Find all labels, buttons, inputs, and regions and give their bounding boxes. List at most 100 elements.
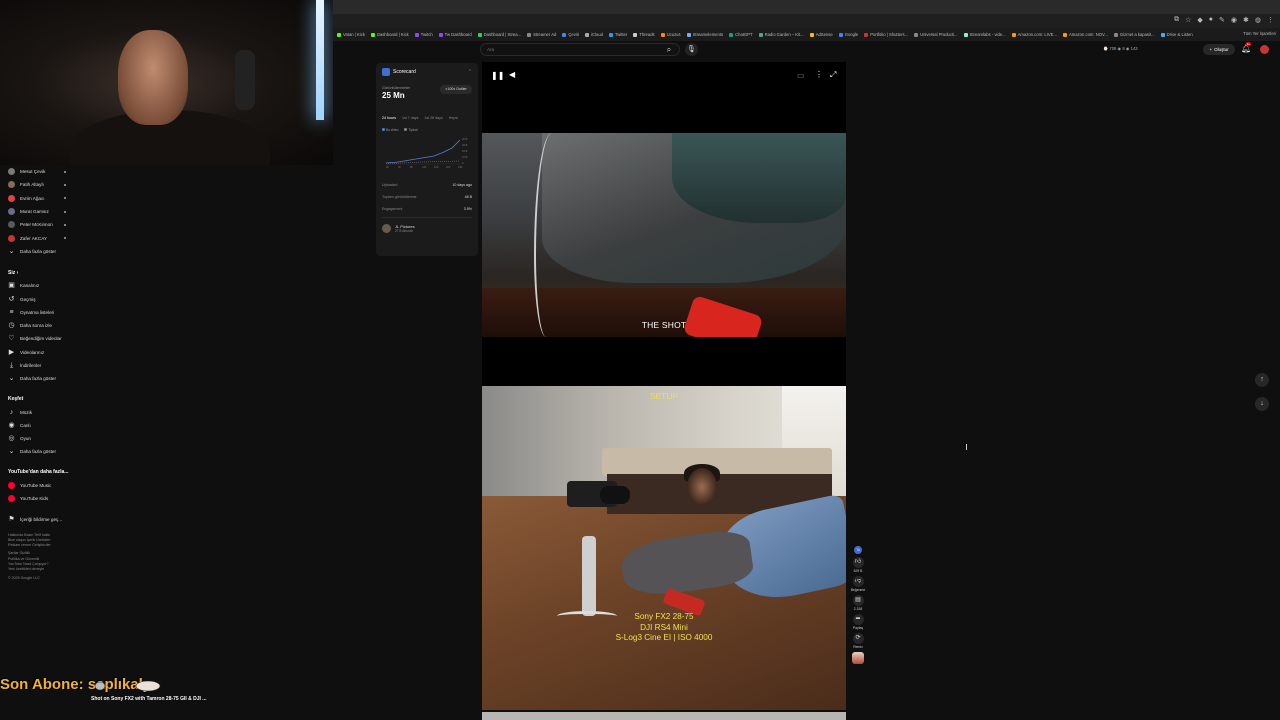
sidebar-item-label: Beğendiğim videolar (20, 336, 62, 342)
bookmark-favicon-icon (864, 32, 869, 37)
scorecard-tab[interactable]: 1st 7 days (402, 116, 418, 120)
bookmark-item[interactable]: Google (838, 32, 858, 37)
bookmark-item[interactable]: iCloud (585, 32, 603, 37)
channel-row[interactable]: JL Pictures 27 B Abonelı (382, 224, 472, 233)
menu-dots-icon[interactable]: ⋮ (1267, 16, 1274, 24)
x-tick-label: 16h (434, 165, 439, 169)
scorecard-tab[interactable]: 1st 28 days (424, 116, 442, 120)
sidebar-item[interactable]: ⤓ İndirilenler (0, 359, 80, 372)
sidebar-item-youtube-app[interactable]: YouTube Music (0, 479, 80, 492)
comments-button[interactable]: ▤ 2.318 (846, 595, 870, 611)
bookmark-item[interactable]: Twitch (414, 32, 433, 37)
captions-icon[interactable]: ▭ (797, 71, 805, 80)
like-button[interactable]: 👍︎ 629 B (846, 557, 870, 573)
bookmark-item[interactable]: Universal Producti... (914, 32, 958, 37)
share-button[interactable]: ➦ Paylaş (846, 614, 870, 630)
bookmark-item[interactable]: Gizmet a kapasit... (1113, 32, 1155, 37)
sidebar-item-icon: ◎ (8, 435, 15, 443)
mic-icon[interactable]: 🎙 (685, 43, 698, 56)
shorts-player[interactable]: ❚❚ ◀︎ ▭ ⋮ ⤢ THE SHOT SETUP Sony FX2 28-7… (482, 62, 846, 710)
row-value: 48 B (464, 195, 472, 199)
sidebar-item[interactable]: ⌄ Daha fazla göster (0, 445, 80, 458)
sidebar-you-heading[interactable]: Siz › (0, 266, 80, 279)
browser-address-bar[interactable]: ⧉ ☆ ◆ ● ✎ ◉ ✱ ◍ ⋮ (333, 14, 1280, 28)
bookmark-item[interactable]: Threads (633, 32, 655, 37)
channel-pill[interactable]: Ta (846, 546, 870, 554)
volume-icon[interactable]: ◀︎ (509, 70, 515, 79)
sidebar-item[interactable]: ⌄ Daha fazla göster (0, 372, 80, 385)
bookmark-item[interactable]: Streamlabs - vide... (963, 32, 1006, 37)
extensions-puzzle-icon[interactable]: ✱ (1243, 16, 1249, 24)
extension-icon[interactable]: ● (1209, 16, 1213, 24)
next-short-preview[interactable] (482, 712, 846, 720)
sidebar-item[interactable]: ◉ Canlı (0, 419, 80, 432)
bookmark-item[interactable]: Streamer Ad (527, 32, 556, 37)
bookmark-item[interactable]: Ucuzus (660, 32, 681, 37)
remix-button[interactable]: ⟳ Remix (846, 633, 870, 649)
previous-short-button[interactable]: ↑ (1255, 373, 1269, 387)
create-button[interactable]: + Oluştur (1203, 44, 1235, 55)
bookmark-item[interactable]: Portfolio | Shutters... (864, 32, 908, 37)
extension-icon[interactable]: ◉ (1231, 16, 1237, 24)
subscription-name: Evrim Ağacı (20, 195, 45, 201)
bookmark-item[interactable]: Tw Dashboard (438, 32, 472, 37)
bookmark-label: Gizmet a kapasit... (1119, 32, 1155, 37)
sidebar-item-youtube-app[interactable]: YouTube Kids (0, 492, 80, 505)
bookmark-item[interactable]: AdSense (809, 32, 833, 37)
sidebar-item[interactable]: ♪ Müzik (0, 405, 80, 418)
search-input[interactable]: Ara (480, 43, 680, 56)
bookmark-item[interactable]: Twitter (608, 32, 627, 37)
sound-avatar[interactable] (852, 652, 864, 664)
sidebar-item[interactable]: ◎ Oyun (0, 432, 80, 445)
bookmark-item[interactable]: Dashboard | Kick (370, 32, 409, 37)
scorecard-tab[interactable]: Hepsi (449, 116, 458, 120)
sidebar-item-subscription[interactable]: Evrim Ağacı (0, 192, 80, 205)
bookmark-favicon-icon (438, 32, 443, 37)
bookmark-item[interactable]: Drive & Listen (1160, 32, 1193, 37)
dislike-button[interactable]: 👎︎ Beğenme (846, 576, 870, 592)
all-bookmarks[interactable]: Tüm Yer İşaretleri (1243, 31, 1276, 36)
scorecard-tab[interactable]: 24 hours (382, 116, 396, 120)
next-short-button[interactable]: ↓ (1255, 397, 1269, 411)
sidebar-item[interactable]: ◷ Daha sonra izle (0, 319, 80, 332)
bookmark-item[interactable]: ChatGPT (729, 32, 753, 37)
sidebar-item-icon: ≡ (9, 308, 14, 316)
bookmark-item[interactable]: Amazon.com: NOV... (1062, 32, 1108, 37)
sidebar-show-more[interactable]: ⌄ Daha fazla göster (0, 245, 80, 258)
sidebar-item[interactable]: ♡ Beğendiğim videolar (0, 332, 80, 345)
sidebar-item-subscription[interactable]: Fatih Altaylı (0, 178, 80, 191)
avatar[interactable] (1260, 45, 1269, 54)
sidebar-item-subscription[interactable]: Peter McKinnon (0, 218, 80, 231)
bookmark-item[interactable]: Streamelements (686, 32, 723, 37)
explore-list: ♪ Müzik ◉ Canlı ◎ Oyun ⌄ Daha fazla göster (0, 405, 80, 458)
search-icon[interactable]: ⌕ (662, 44, 676, 55)
star-icon[interactable]: ☆ (1185, 16, 1191, 24)
bookmark-item[interactable]: Vatan | Kick (337, 32, 365, 37)
gimbal (582, 536, 596, 616)
bookmark-item[interactable]: Amazon.com: LIVE... (1011, 32, 1057, 37)
sidebar-item[interactable]: ≡ Oynatma listeleri (0, 306, 80, 319)
sidebar-item-subscription[interactable]: Murat Gamsız (0, 205, 80, 218)
sidebar-item[interactable]: ↺ Geçmiş (0, 292, 80, 305)
pause-icon[interactable]: ❚❚ (491, 71, 504, 80)
bookmark-item[interactable]: Dashboard | Strea... (477, 32, 521, 37)
sidebar-item[interactable]: ▣ Kanalınız (0, 279, 80, 292)
sidebar-item-subscription[interactable]: Mesut Çevik (0, 165, 80, 178)
sidebar-item-subscription[interactable]: Zafer AKCAY (0, 231, 80, 244)
fullscreen-icon[interactable]: ⤢ (830, 70, 836, 80)
extension-icon[interactable]: ✎ (1219, 16, 1225, 24)
sidebar-item-label: Daha sonra izle (20, 323, 52, 329)
live-dot-icon (64, 223, 66, 226)
chevron-up-icon[interactable]: ⌃ (468, 69, 472, 75)
extension-icon[interactable]: ◆ (1197, 16, 1202, 24)
sidebar-item[interactable]: ▶ Videolarınız (0, 346, 80, 359)
extension-icon[interactable]: ⧉ (1174, 16, 1179, 24)
more-options-icon[interactable]: ⋮ (815, 70, 823, 79)
scorecard-row: Engagement 3.5% (382, 207, 472, 211)
x-tick-label: 8h (410, 165, 413, 169)
profile-icon[interactable]: ◍ (1255, 16, 1261, 24)
bookmark-item[interactable]: Çeviri (562, 32, 579, 37)
sidebar-report-history[interactable]: ⚑ İçeriği bildirme geç... (0, 513, 80, 526)
x-tick-label: 24h (458, 165, 463, 169)
bookmark-item[interactable]: Radio Garden – Kit... (758, 32, 804, 37)
